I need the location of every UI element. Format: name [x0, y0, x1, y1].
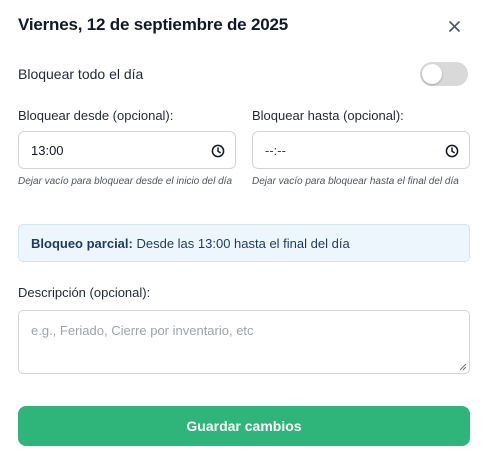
- clock-icon[interactable]: [211, 144, 225, 158]
- block-all-day-row: Bloquear todo el día: [18, 60, 470, 88]
- close-button[interactable]: [444, 16, 464, 36]
- info-strong: Bloqueo parcial:: [31, 236, 133, 251]
- from-time-input[interactable]: 13:00: [18, 131, 236, 169]
- block-all-day-toggle[interactable]: [420, 62, 468, 86]
- from-label: Bloquear desde (opcional):: [18, 108, 174, 123]
- block-all-day-label: Bloquear todo el día: [18, 66, 144, 82]
- description-label: Descripción (opcional):: [18, 285, 151, 300]
- info-text: Desde las 13:00 hasta el final del día: [132, 236, 350, 251]
- description-textarea[interactable]: e.g., Feriado, Cierre por inventario, et…: [18, 310, 470, 374]
- toggle-knob: [422, 64, 442, 84]
- from-time-value: 13:00: [31, 143, 64, 158]
- clock-icon[interactable]: [445, 144, 459, 158]
- partial-block-info: Bloqueo parcial: Desde las 13:00 hasta e…: [18, 224, 470, 262]
- close-icon: [448, 20, 460, 32]
- block-day-dialog: Viernes, 12 de septiembre de 2025 Bloque…: [0, 0, 489, 465]
- to-label: Bloquear hasta (opcional):: [252, 108, 404, 123]
- to-time-input[interactable]: --:--: [252, 131, 470, 169]
- description-placeholder: e.g., Feriado, Cierre por inventario, et…: [31, 323, 254, 338]
- to-hint: Dejar vacío para bloquear hasta el final…: [252, 176, 459, 187]
- to-time-value: --:--: [265, 143, 286, 158]
- resize-grip-icon[interactable]: [459, 363, 467, 371]
- from-hint: Dejar vacío para bloquear desde el inici…: [18, 176, 233, 187]
- save-button[interactable]: Guardar cambios: [18, 406, 470, 446]
- dialog-title: Viernes, 12 de septiembre de 2025: [18, 15, 288, 34]
